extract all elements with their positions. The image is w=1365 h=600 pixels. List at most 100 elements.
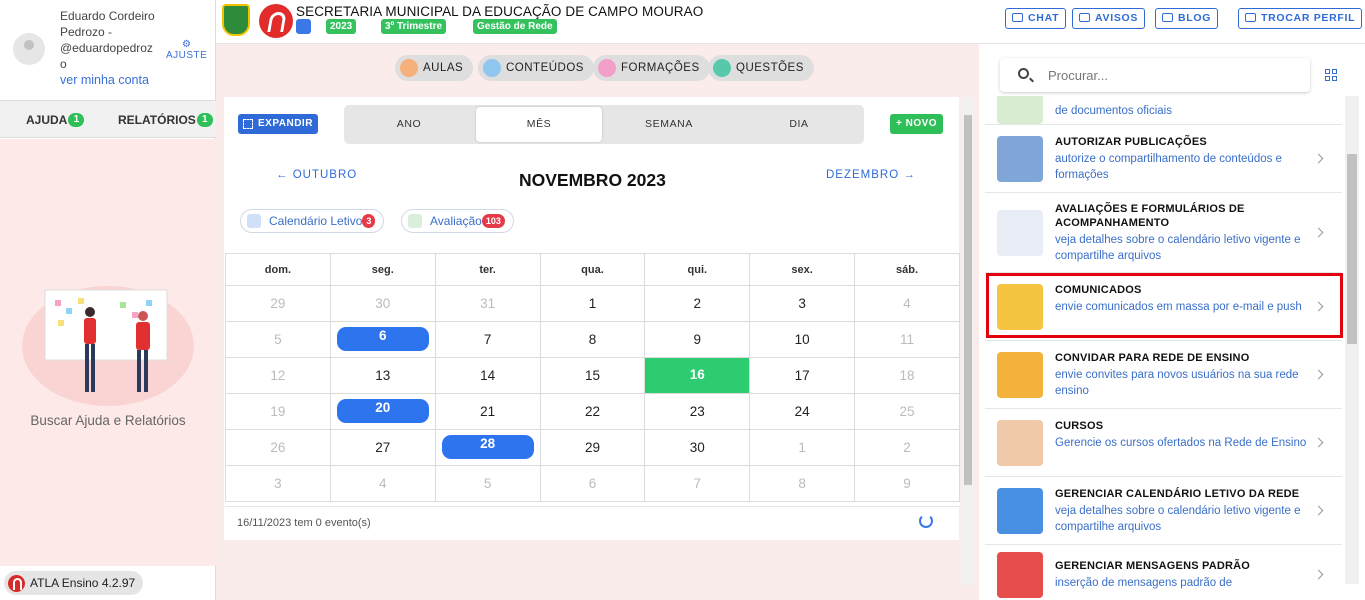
action-item[interactable]: GERENCIAR CALENDÁRIO LETIVO DA REDE veja …: [985, 477, 1342, 545]
day-cell[interactable]: 3: [749, 285, 856, 322]
event-day[interactable]: 20: [336, 399, 429, 423]
action-description: Gerencie os cursos ofertados na Rede de …: [1055, 437, 1307, 449]
avatar[interactable]: [13, 33, 45, 65]
term-chip[interactable]: 3º Trimestre: [381, 19, 447, 34]
calendar-scrollbar[interactable]: [962, 97, 974, 585]
atla-logo-icon[interactable]: [259, 4, 293, 38]
chat-button[interactable]: CHAT: [1005, 8, 1067, 29]
search-input[interactable]: Procurar...: [1048, 68, 1108, 83]
day-cell[interactable]: 12: [225, 357, 331, 394]
day-cell[interactable]: 28: [434, 429, 541, 466]
classes-icon: [400, 59, 418, 77]
tab-help[interactable]: AJUDA 1: [26, 113, 85, 127]
module-questoes[interactable]: QUESTÕES: [708, 55, 814, 81]
day-cell[interactable]: 22: [539, 393, 646, 430]
day-cell[interactable]: 10: [749, 321, 856, 358]
action-item[interactable]: AVALIAÇÕES E FORMULÁRIOS DE ACOMPANHAMEN…: [985, 193, 1342, 273]
module-conteudos[interactable]: CONTEÚDOS: [478, 55, 594, 81]
prev-month-link[interactable]: ← OUTUBRO: [276, 169, 357, 181]
chart-icon[interactable]: [296, 19, 311, 34]
module-aulas[interactable]: AULAS: [395, 55, 474, 81]
filter-calendario-letivo[interactable]: Calendário Letivo 3: [240, 209, 385, 233]
day-cell[interactable]: 21: [434, 393, 541, 430]
day-cell[interactable]: 15: [539, 357, 646, 394]
day-cell[interactable]: 4: [854, 285, 960, 322]
event-day[interactable]: 6: [336, 327, 429, 351]
day-cell[interactable]: 11: [854, 321, 960, 358]
day-cell[interactable]: 7: [644, 465, 751, 502]
view-month[interactable]: MÊS: [476, 107, 602, 142]
notices-button[interactable]: AVISOS: [1072, 8, 1146, 29]
day-cell[interactable]: 2: [854, 429, 960, 466]
day-cell[interactable]: 23: [644, 393, 751, 430]
help-illustration: [22, 286, 194, 406]
day-cell[interactable]: 6: [329, 321, 436, 358]
filter-avaliacao[interactable]: Avaliação 103: [401, 209, 514, 233]
day-cell[interactable]: 17: [749, 357, 856, 394]
action-item[interactable]: AUTORIZAR PUBLICAÇÕES autorize o comparti…: [985, 125, 1342, 193]
day-cell[interactable]: 30: [644, 429, 751, 466]
version-badge[interactable]: ATLA Ensino 4.2.97: [4, 571, 144, 595]
view-week[interactable]: SEMANA: [606, 107, 732, 142]
day-cell[interactable]: 5: [225, 321, 331, 358]
tab-reports[interactable]: RELATÓRIOS 1: [118, 113, 213, 127]
day-cell[interactable]: 20: [329, 393, 436, 430]
day-cell[interactable]: 6: [539, 465, 646, 502]
day-cell[interactable]: 8: [539, 321, 646, 358]
scrollbar-thumb[interactable]: [1347, 154, 1357, 344]
user-name-line: Pedrozo -: [60, 25, 113, 39]
day-cell[interactable]: 9: [644, 321, 751, 358]
account-link[interactable]: ver minha conta: [60, 73, 149, 87]
action-item[interactable]: GERENCIAR MENSAGENS PADRÃO inserção de me…: [985, 545, 1342, 600]
blog-label: BLOG: [1178, 12, 1212, 24]
day-cell[interactable]: 19: [225, 393, 331, 430]
weekday-header: qui.: [644, 253, 751, 286]
switch-profile-button[interactable]: TROCAR PERFIL: [1238, 8, 1363, 29]
expand-button[interactable]: EXPANDIR: [238, 114, 318, 134]
right-scrollbar[interactable]: [1345, 96, 1359, 584]
gear-icon: ⚙: [181, 39, 192, 50]
scrollbar-thumb[interactable]: [964, 115, 972, 485]
day-cell[interactable]: 4: [329, 465, 436, 502]
module-formacoes[interactable]: FORMAÇÕES: [593, 55, 710, 81]
day-cell[interactable]: 5: [434, 465, 541, 502]
grid-view-icon[interactable]: [1325, 69, 1337, 81]
blog-button[interactable]: BLOG: [1155, 8, 1219, 29]
day-cell[interactable]: 25: [854, 393, 960, 430]
action-title: AVALIAÇÕES E FORMULÁRIOS DE ACOMPANHAMEN…: [1055, 203, 1245, 229]
role-chip[interactable]: Gestão de Rede: [473, 19, 557, 34]
day-cell[interactable]: 31: [434, 285, 541, 322]
day-cell[interactable]: 24: [749, 393, 856, 430]
day-cell[interactable]: 8: [749, 465, 856, 502]
day-cell[interactable]: 30: [329, 285, 436, 322]
day-cell[interactable]: 9: [854, 465, 960, 502]
day-cell[interactable]: 13: [329, 357, 436, 394]
day-cell[interactable]: 1: [749, 429, 856, 466]
day-cell[interactable]: 29: [225, 285, 331, 322]
search-box[interactable]: Procurar...: [1000, 58, 1310, 92]
adjust-button[interactable]: ⚙ AJUSTE: [166, 39, 207, 61]
day-cell[interactable]: 3: [225, 465, 331, 502]
day-cell[interactable]: 26: [225, 429, 331, 466]
user-handle-line: o: [60, 57, 67, 71]
view-day[interactable]: DIA: [736, 107, 862, 142]
day-cell[interactable]: 2: [644, 285, 751, 322]
day-cell[interactable]: 1: [539, 285, 646, 322]
day-cell[interactable]: 29: [539, 429, 646, 466]
day-cell[interactable]: 14: [434, 357, 541, 394]
day-cell[interactable]: 27: [329, 429, 436, 466]
new-event-button[interactable]: + NOVO: [890, 114, 944, 134]
day-cell[interactable]: 7: [434, 321, 541, 358]
action-item[interactable]: CONVIDAR PARA REDE DE ENSINO envie convit…: [985, 341, 1342, 409]
event-day[interactable]: 28: [441, 435, 534, 459]
year-chip[interactable]: 2023: [326, 19, 357, 34]
day-cell[interactable]: 18: [854, 357, 960, 394]
next-month-link[interactable]: DEZEMBRO →: [826, 169, 916, 181]
day-cell[interactable]: 16: [644, 357, 751, 394]
checklist-icon: [408, 214, 422, 228]
action-item[interactable]: CURSOS Gerencie os cursos ofertados na Re…: [985, 409, 1342, 477]
action-item[interactable]: de documentos oficiais: [985, 96, 1342, 125]
refresh-icon[interactable]: [919, 514, 933, 528]
selected-day[interactable]: 16: [645, 358, 750, 393]
view-year[interactable]: ANO: [346, 107, 472, 142]
